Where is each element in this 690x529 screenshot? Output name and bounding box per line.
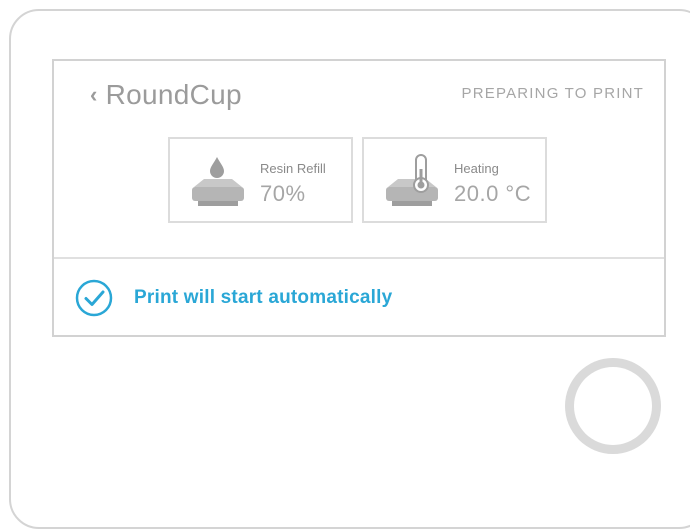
screen-header: ‹ RoundCup PREPARING TO PRINT: [54, 61, 664, 121]
heating-value: 20.0 °C: [454, 181, 532, 206]
thermometer-tank-icon: [386, 154, 438, 206]
divider: [54, 257, 664, 259]
touch-screen: ‹ RoundCup PREPARING TO PRINT Resin Refi…: [52, 59, 666, 337]
resin-refill-label: Resin Refill: [260, 161, 326, 176]
job-title: RoundCup: [105, 79, 242, 110]
chevron-left-icon: ‹: [90, 82, 98, 107]
heating-card: Heating 20.0 °C: [362, 137, 547, 223]
check-circle-icon: [75, 279, 113, 317]
resin-tank-icon: [192, 157, 244, 206]
heating-label: Heating: [454, 161, 499, 176]
resin-refill-card: Resin Refill 70%: [168, 137, 353, 223]
home-button[interactable]: [565, 358, 661, 454]
print-status: PREPARING TO PRINT: [461, 85, 644, 102]
resin-refill-value: 70%: [260, 181, 306, 206]
status-footer: Print will start automatically: [74, 273, 392, 323]
back-button[interactable]: ‹ RoundCup: [90, 79, 242, 111]
auto-start-message: Print will start automatically: [134, 287, 393, 308]
